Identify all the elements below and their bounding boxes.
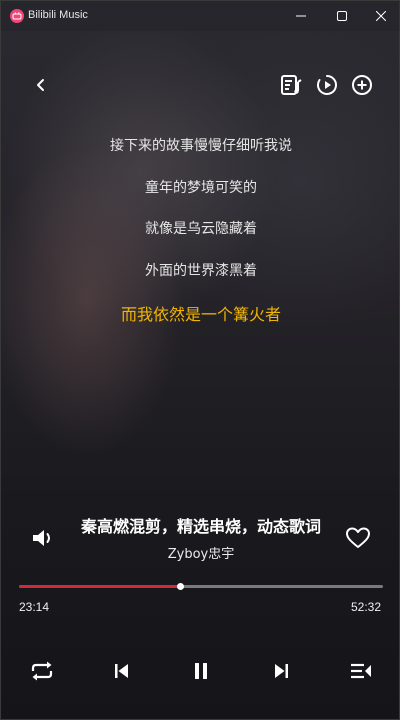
previous-button[interactable] bbox=[107, 656, 137, 686]
lyric-line[interactable]: 外面的世界漆黑着 bbox=[1, 260, 400, 280]
pause-icon bbox=[195, 663, 207, 679]
back-button[interactable] bbox=[27, 71, 55, 99]
app-window: Bilibili Music 接下来的故事慢慢仔细听我说 童年的梦境可笑的 就像… bbox=[0, 0, 400, 720]
lyric-line-current[interactable]: 而我依然是一个篝火者 bbox=[1, 301, 400, 325]
bilibili-music-logo-icon bbox=[10, 9, 24, 23]
next-icon bbox=[275, 664, 288, 678]
previous-icon bbox=[115, 664, 128, 678]
add-circle-icon bbox=[352, 75, 372, 95]
progress-slider[interactable] bbox=[19, 583, 383, 590]
total-time: 52:32 bbox=[350, 600, 381, 614]
close-icon bbox=[376, 11, 386, 21]
progress-fill bbox=[19, 585, 181, 588]
heart-icon bbox=[346, 527, 370, 548]
song-title: 秦高燃混剪，精选串烧，动态歌词 bbox=[81, 517, 321, 535]
maximize-button[interactable] bbox=[322, 1, 362, 31]
title-bar: Bilibili Music bbox=[1, 1, 400, 31]
playlist-icon bbox=[351, 663, 371, 679]
play-circle-icon bbox=[317, 75, 337, 95]
repeat-button[interactable] bbox=[27, 656, 57, 686]
next-button[interactable] bbox=[266, 656, 296, 686]
progress-thumb[interactable] bbox=[177, 583, 185, 590]
song-artist[interactable]: Zyboy忠宇 bbox=[1, 543, 400, 562]
playlist-button[interactable] bbox=[346, 656, 376, 686]
minimize-button[interactable] bbox=[281, 1, 321, 31]
favorite-button[interactable] bbox=[343, 523, 373, 553]
current-time: 23:14 bbox=[19, 600, 50, 614]
window-title: Bilibili Music bbox=[28, 9, 88, 21]
chevron-left-icon bbox=[37, 79, 44, 91]
lyrics-list-icon bbox=[281, 75, 302, 95]
play-circle-button[interactable] bbox=[313, 71, 341, 99]
repeat-icon bbox=[31, 661, 53, 681]
lyrics-list-button[interactable] bbox=[277, 71, 305, 99]
maximize-icon bbox=[337, 11, 347, 21]
close-button[interactable] bbox=[361, 1, 400, 31]
lyric-line[interactable]: 就像是乌云隐藏着 bbox=[1, 218, 400, 238]
minimize-icon bbox=[296, 15, 306, 17]
lyric-line[interactable]: 童年的梦境可笑的 bbox=[1, 177, 400, 197]
pause-button[interactable] bbox=[186, 656, 216, 686]
lyric-line[interactable]: 接下来的故事慢慢仔细听我说 bbox=[1, 135, 400, 155]
add-button[interactable] bbox=[348, 71, 376, 99]
